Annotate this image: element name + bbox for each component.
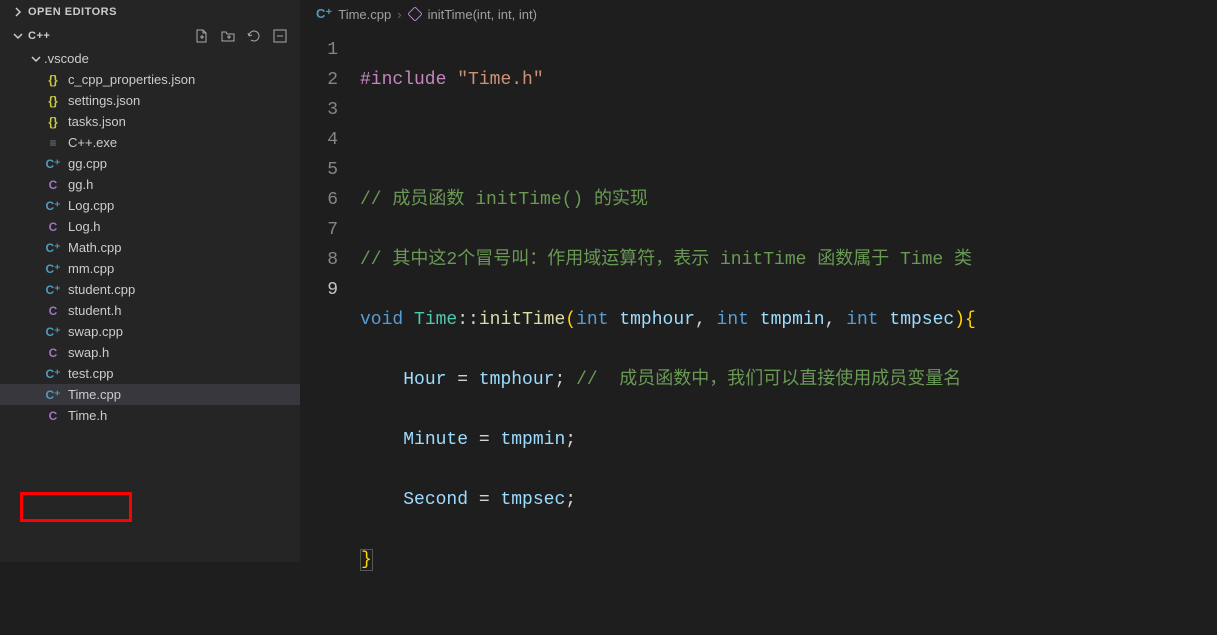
file-label: tasks.json — [68, 114, 126, 129]
breadcrumb-file[interactable]: Time.cpp — [338, 7, 391, 22]
file-label: Math.cpp — [68, 240, 121, 255]
file-swap-cpp[interactable]: C⁺ swap.cpp — [0, 321, 300, 342]
file-label: swap.h — [68, 345, 109, 360]
cpp-icon: C⁺ — [44, 283, 62, 297]
refresh-icon[interactable] — [246, 28, 262, 44]
line-number: 9 — [300, 275, 338, 305]
chevron-down-icon — [28, 53, 44, 65]
symbol-icon — [408, 7, 422, 21]
code-line[interactable]: // 成员函数 initTime() 的实现 — [360, 185, 1217, 215]
line-number: 7 — [300, 215, 338, 245]
file-gg-h[interactable]: C gg.h — [0, 174, 300, 195]
cpp-icon: C⁺ — [44, 199, 62, 213]
file-label: swap.cpp — [68, 324, 123, 339]
file-label: Log.h — [68, 219, 101, 234]
file-gg-cpp[interactable]: C⁺ gg.cpp — [0, 153, 300, 174]
file-mm-cpp[interactable]: C⁺ mm.cpp — [0, 258, 300, 279]
file-label: gg.h — [68, 177, 93, 192]
breadcrumb-symbol[interactable]: initTime(int, int, int) — [428, 7, 537, 22]
cpp-icon: C⁺ — [44, 262, 62, 276]
file-student-h[interactable]: C student.h — [0, 300, 300, 321]
code-line[interactable]: Minute = tmpmin; — [360, 425, 1217, 455]
chevron-right-icon — [12, 6, 24, 18]
code-line[interactable]: Second = tmpsec; — [360, 485, 1217, 515]
file-log-cpp[interactable]: C⁺ Log.cpp — [0, 195, 300, 216]
line-number: 8 — [300, 245, 338, 275]
file-tree: .vscode {} c_cpp_properties.json {} sett… — [0, 48, 300, 562]
file-label: Time.h — [68, 408, 107, 423]
file-c-cpp-properties[interactable]: {} c_cpp_properties.json — [0, 69, 300, 90]
file-label: c_cpp_properties.json — [68, 72, 195, 87]
file-log-h[interactable]: C Log.h — [0, 216, 300, 237]
file-math-cpp[interactable]: C⁺ Math.cpp — [0, 237, 300, 258]
file-label: student.h — [68, 303, 122, 318]
sidebar: OPEN EDITORS C++ .vscode — [0, 0, 300, 562]
json-icon: {} — [44, 94, 62, 108]
header-icon: C — [44, 178, 62, 192]
code-line[interactable]: void Time::initTime(int tmphour, int tmp… — [360, 305, 1217, 335]
line-number: 4 — [300, 125, 338, 155]
header-icon: C — [44, 346, 62, 360]
open-editors-header[interactable]: OPEN EDITORS — [0, 0, 300, 24]
cpp-icon: C⁺ — [44, 388, 62, 402]
root-folder-header[interactable]: C++ — [0, 24, 300, 48]
file-tasks-json[interactable]: {} tasks.json — [0, 111, 300, 132]
file-label: mm.cpp — [68, 261, 114, 276]
file-label: student.cpp — [68, 282, 135, 297]
header-icon: C — [44, 409, 62, 423]
folder-vscode[interactable]: .vscode — [0, 48, 300, 69]
header-icon: C — [44, 304, 62, 318]
line-gutter: 1 2 3 4 5 6 7 8 9 — [300, 35, 360, 635]
code-line[interactable] — [360, 125, 1217, 155]
chevron-down-icon — [12, 30, 24, 42]
file-label: test.cpp — [68, 366, 114, 381]
line-number: 2 — [300, 65, 338, 95]
highlight-annotation — [20, 492, 132, 522]
file-swap-h[interactable]: C swap.h — [0, 342, 300, 363]
code-line[interactable]: } — [360, 545, 1217, 575]
code-line[interactable]: #include "Time.h" — [360, 65, 1217, 95]
root-folder-label: C++ — [28, 30, 194, 42]
exe-icon: ≡ — [44, 136, 62, 150]
code-lines[interactable]: #include "Time.h" // 成员函数 initTime() 的实现… — [360, 35, 1217, 635]
open-editors-label: OPEN EDITORS — [28, 6, 117, 18]
line-number: 1 — [300, 35, 338, 65]
file-time-h[interactable]: C Time.h — [0, 405, 300, 426]
line-number: 5 — [300, 155, 338, 185]
chevron-right-icon: › — [397, 7, 401, 22]
code-editor[interactable]: 1 2 3 4 5 6 7 8 9 #include "Time.h" // 成… — [300, 29, 1217, 635]
file-test-cpp[interactable]: C⁺ test.cpp — [0, 363, 300, 384]
cpp-icon: C⁺ — [44, 367, 62, 381]
folder-label: .vscode — [44, 51, 89, 66]
new-folder-icon[interactable] — [220, 28, 236, 44]
file-student-cpp[interactable]: C⁺ student.cpp — [0, 279, 300, 300]
file-label: Log.cpp — [68, 198, 114, 213]
file-settings-json[interactable]: {} settings.json — [0, 90, 300, 111]
file-label: Time.cpp — [68, 387, 121, 402]
code-line[interactable]: Hour = tmphour; // 成员函数中，我们可以直接使用成员变量名 — [360, 365, 1217, 395]
file-label: C++.exe — [68, 135, 117, 150]
json-icon: {} — [44, 115, 62, 129]
editor-area: C⁺ Time.cpp › initTime(int, int, int) 1 … — [300, 0, 1217, 562]
line-number: 6 — [300, 185, 338, 215]
explorer-toolbar — [194, 28, 288, 44]
collapse-icon[interactable] — [272, 28, 288, 44]
file-label: settings.json — [68, 93, 140, 108]
cpp-icon: C⁺ — [44, 325, 62, 339]
cpp-icon: C⁺ — [44, 157, 62, 171]
file-time-cpp[interactable]: C⁺ Time.cpp — [0, 384, 300, 405]
code-line[interactable]: // 其中这2个冒号叫：作用域运算符，表示 initTime 函数属于 Time… — [360, 245, 1217, 275]
new-file-icon[interactable] — [194, 28, 210, 44]
cpp-icon: C⁺ — [316, 6, 332, 22]
breadcrumb[interactable]: C⁺ Time.cpp › initTime(int, int, int) — [300, 0, 1217, 29]
cpp-icon: C⁺ — [44, 241, 62, 255]
header-icon: C — [44, 220, 62, 234]
file-cpp-exe[interactable]: ≡ C++.exe — [0, 132, 300, 153]
json-icon: {} — [44, 73, 62, 87]
line-number: 3 — [300, 95, 338, 125]
file-label: gg.cpp — [68, 156, 107, 171]
